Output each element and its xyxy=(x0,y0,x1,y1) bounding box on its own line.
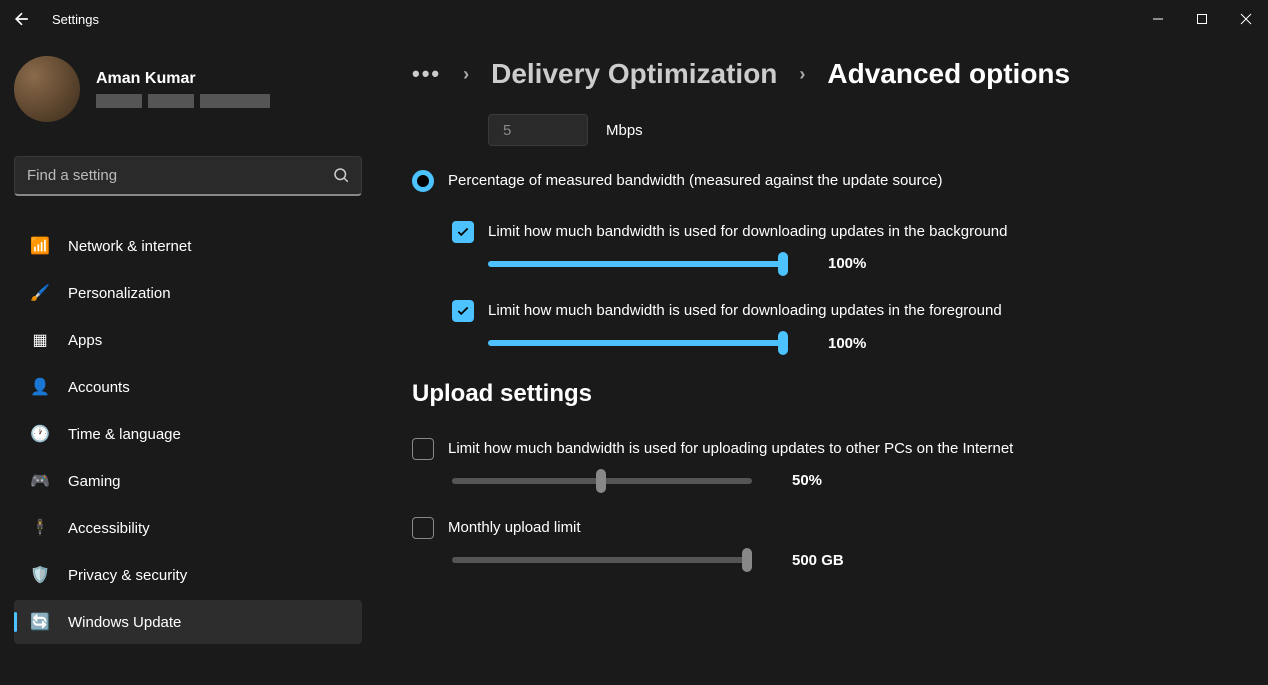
upload-limit-slider[interactable] xyxy=(452,478,752,484)
sidebar-item-apps[interactable]: ▦Apps xyxy=(14,318,362,362)
breadcrumb-overflow[interactable]: ••• xyxy=(412,61,441,87)
profile-name: Aman Kumar xyxy=(96,70,270,88)
shield-icon: 🛡️ xyxy=(30,565,50,585)
wifi-icon: 📶 xyxy=(30,236,50,256)
sidebar-nav: 📶Network & internet 🖌️Personalization ▦A… xyxy=(14,224,362,644)
breadcrumb-current: Advanced options xyxy=(827,58,1070,90)
breadcrumb-parent[interactable]: Delivery Optimization xyxy=(491,58,777,90)
clock-icon: 🕐 xyxy=(30,424,50,444)
close-button[interactable] xyxy=(1236,9,1256,29)
main-content: ••• › Delivery Optimization › Advanced o… xyxy=(372,38,1268,685)
sidebar-item-gaming[interactable]: 🎮Gaming xyxy=(14,459,362,503)
back-button[interactable] xyxy=(12,9,32,29)
window-title: Settings xyxy=(52,12,99,27)
chevron-right-icon: › xyxy=(463,64,469,85)
mbps-unit: Mbps xyxy=(606,122,643,139)
sidebar-item-privacy[interactable]: 🛡️Privacy & security xyxy=(14,553,362,597)
search-box[interactable] xyxy=(14,156,362,196)
breadcrumb: ••• › Delivery Optimization › Advanced o… xyxy=(412,58,1228,90)
search-icon xyxy=(332,166,350,189)
fg-limit-label: Limit how much bandwidth is used for dow… xyxy=(488,300,1002,323)
percentage-radio-label: Percentage of measured bandwidth (measur… xyxy=(448,170,942,193)
fg-limit-value: 100% xyxy=(828,335,908,352)
monthly-limit-slider[interactable] xyxy=(452,557,752,563)
avatar xyxy=(14,56,80,122)
sidebar-item-network[interactable]: 📶Network & internet xyxy=(14,224,362,268)
sidebar-item-accessibility[interactable]: 🕴️Accessibility xyxy=(14,506,362,550)
mbps-input[interactable]: 5 xyxy=(488,114,588,146)
monthly-limit-checkbox[interactable] xyxy=(412,517,434,539)
sidebar-item-personalization[interactable]: 🖌️Personalization xyxy=(14,271,362,315)
bg-limit-value: 100% xyxy=(828,255,908,272)
bg-limit-slider[interactable] xyxy=(488,261,788,267)
monthly-limit-value: 500 GB xyxy=(792,552,872,569)
maximize-button[interactable] xyxy=(1192,9,1212,29)
brush-icon: 🖌️ xyxy=(30,283,50,303)
sidebar-item-windows-update[interactable]: 🔄Windows Update xyxy=(14,600,362,644)
percentage-radio[interactable] xyxy=(412,170,434,192)
profile[interactable]: Aman Kumar xyxy=(14,38,362,140)
minimize-button[interactable] xyxy=(1148,9,1168,29)
upload-limit-label: Limit how much bandwidth is used for upl… xyxy=(448,438,1013,461)
update-icon: 🔄 xyxy=(30,612,50,632)
sidebar-item-time[interactable]: 🕐Time & language xyxy=(14,412,362,456)
profile-email xyxy=(96,94,270,108)
account-icon: 👤 xyxy=(30,377,50,397)
search-input[interactable] xyxy=(14,156,362,196)
fg-limit-slider[interactable] xyxy=(488,340,788,346)
bg-limit-checkbox[interactable] xyxy=(452,221,474,243)
upload-limit-checkbox[interactable] xyxy=(412,438,434,460)
chevron-right-icon: › xyxy=(799,64,805,85)
apps-icon: ▦ xyxy=(30,330,50,350)
upload-settings-heading: Upload settings xyxy=(412,380,1228,408)
monthly-limit-label: Monthly upload limit xyxy=(448,517,581,540)
fg-limit-checkbox[interactable] xyxy=(452,300,474,322)
bg-limit-label: Limit how much bandwidth is used for dow… xyxy=(488,221,1008,244)
game-icon: 🎮 xyxy=(30,471,50,491)
accessibility-icon: 🕴️ xyxy=(30,518,50,538)
sidebar-item-accounts[interactable]: 👤Accounts xyxy=(14,365,362,409)
upload-limit-value: 50% xyxy=(792,472,872,489)
